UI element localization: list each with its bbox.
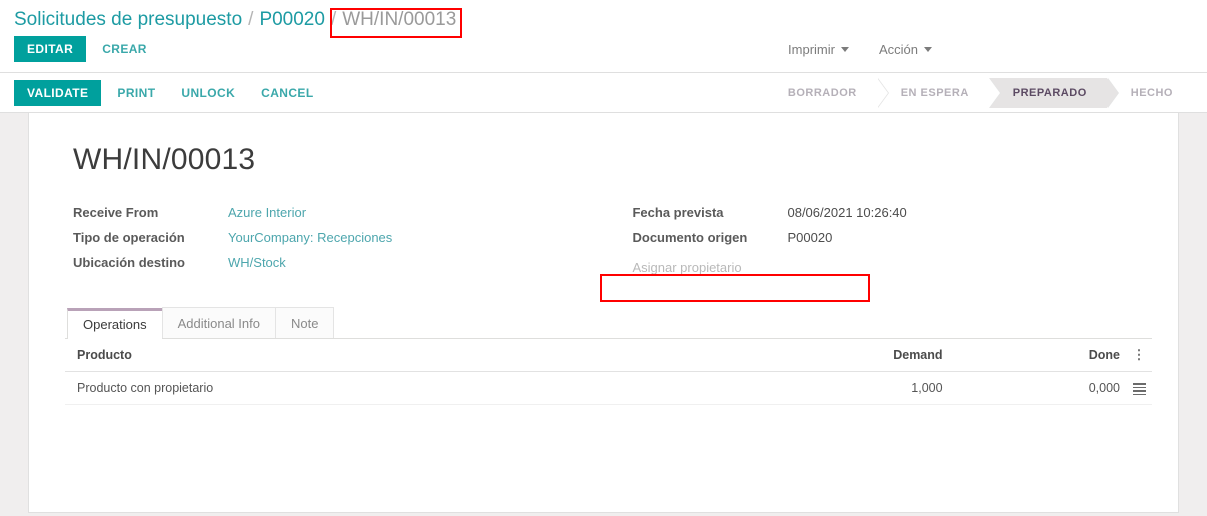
cell-done[interactable]: 0,000 [948, 371, 1126, 405]
field-label: Tipo de operación [73, 230, 185, 245]
breadcrumb-row: Solicitudes de presupuesto / P00020 / WH… [0, 0, 1207, 34]
cell-detail-action[interactable] [1126, 371, 1152, 405]
create-button[interactable]: CREAR [92, 36, 157, 62]
field-receive-from: Receive From Azure Interior [73, 201, 632, 224]
operations-table: Producto Demand Done ⋮ Producto con prop… [65, 339, 1152, 405]
column-options-button[interactable]: ⋮ [1126, 339, 1152, 372]
tab-operations[interactable]: Operations [67, 308, 163, 339]
table-header: Producto Demand Done ⋮ [65, 339, 1152, 372]
stage-en-espera[interactable]: EN ESPERA [876, 77, 1001, 108]
print-button[interactable]: PRINT [107, 80, 165, 106]
field-label: Fecha prevista [632, 205, 724, 220]
cancel-button[interactable]: CANCEL [251, 80, 323, 106]
table-header-row: Producto Demand Done ⋮ [65, 339, 1152, 372]
control-panel: Solicitudes de presupuesto / P00020 / WH… [0, 0, 1207, 73]
chevron-down-icon [924, 46, 932, 52]
field-value-operation-type[interactable]: YourCompany: Recepciones [228, 230, 392, 245]
unlock-button[interactable]: UNLOCK [171, 80, 245, 106]
sheet-wrapper: WH/IN/00013 Receive From Azure Interior … [0, 113, 1207, 513]
stage-preparado[interactable]: PREPARADO [988, 77, 1119, 108]
column-header-demand: Demand [697, 339, 949, 372]
field-value-scheduled-date[interactable]: 08/06/2021 10:26:40 [787, 205, 906, 220]
field-value-destination-location[interactable]: WH/Stock [228, 255, 286, 270]
form-fields: Receive From Azure Interior Tipo de oper… [73, 201, 1152, 281]
print-dropdown-label: Imprimir [788, 41, 835, 57]
form-sheet: WH/IN/00013 Receive From Azure Interior … [28, 113, 1179, 513]
breadcrumb-item-p00020[interactable]: P00020 [259, 9, 325, 31]
cell-demand[interactable]: 1,000 [697, 371, 949, 405]
control-panel-buttons: EDITAR CREAR Imprimir Acción [0, 34, 1207, 72]
page-title: WH/IN/00013 [73, 143, 256, 176]
breadcrumb-item-requests[interactable]: Solicitudes de presupuesto [14, 9, 242, 31]
tab-note[interactable]: Note [275, 307, 335, 338]
vertical-dots-icon[interactable]: ⋮ [1133, 348, 1146, 361]
workflow-statusbar: BORRADOR EN ESPERA PREPARADO HECHO [763, 77, 1193, 108]
field-label: Receive From [73, 205, 159, 220]
validate-button[interactable]: VALIDATE [14, 79, 102, 106]
cell-product-name[interactable]: Producto con propietario [65, 371, 698, 405]
print-dropdown[interactable]: Imprimir [782, 41, 855, 58]
field-label: Ubicación destino [73, 255, 185, 270]
action-dropdown-label: Acción [878, 41, 918, 57]
field-label: Documento origen [632, 230, 748, 245]
field-scheduled-date: Fecha prevista 08/06/2021 10:26:40 [632, 201, 1152, 224]
control-panel-right-actions: Imprimir Acción [782, 41, 1193, 58]
assign-owner-placeholder[interactable]: Asignar propietario [632, 260, 741, 275]
stage-hecho[interactable]: HECHO [1106, 77, 1193, 108]
table-body: Producto con propietario 1,000 0,000 [65, 371, 1152, 405]
chevron-down-icon [840, 46, 849, 52]
list-lines-icon[interactable] [1132, 383, 1146, 396]
field-assign-owner[interactable]: Asignar propietario [632, 253, 904, 281]
notebook: Operations Additional Info Note Producto… [65, 307, 1152, 500]
field-source-document: Documento origen P00020 [632, 226, 1152, 249]
breadcrumb-item-current: WH/IN/00013 [342, 9, 457, 30]
edit-button[interactable]: EDITAR [14, 36, 87, 62]
tab-additional-info[interactable]: Additional Info [161, 307, 276, 338]
column-header-producto: Producto [65, 339, 698, 372]
stage-borrador[interactable]: BORRADOR [763, 77, 889, 108]
field-operation-type: Tipo de operación YourCompany: Recepcion… [73, 226, 632, 249]
action-dropdown[interactable]: Acción [873, 41, 938, 58]
breadcrumb-separator: / [248, 9, 254, 30]
form-column-left: Receive From Azure Interior Tipo de oper… [73, 201, 632, 281]
field-value-receive-from[interactable]: Azure Interior [228, 205, 306, 220]
table-empty-space [65, 405, 1152, 500]
tab-list: Operations Additional Info Note [65, 307, 1152, 339]
breadcrumb: Solicitudes de presupuesto / P00020 / WH… [14, 9, 456, 31]
statusbar-row: VALIDATE PRINT UNLOCK CANCEL BORRADOR EN… [0, 73, 1207, 113]
field-value-source-document[interactable]: P00020 [787, 230, 832, 245]
table-row[interactable]: Producto con propietario 1,000 0,000 [65, 371, 1152, 405]
column-header-done: Done [948, 339, 1126, 372]
breadcrumb-separator: / [330, 9, 337, 30]
field-destination-location: Ubicación destino WH/Stock [73, 251, 632, 274]
form-column-right: Fecha prevista 08/06/2021 10:26:40 Docum… [632, 201, 1152, 281]
